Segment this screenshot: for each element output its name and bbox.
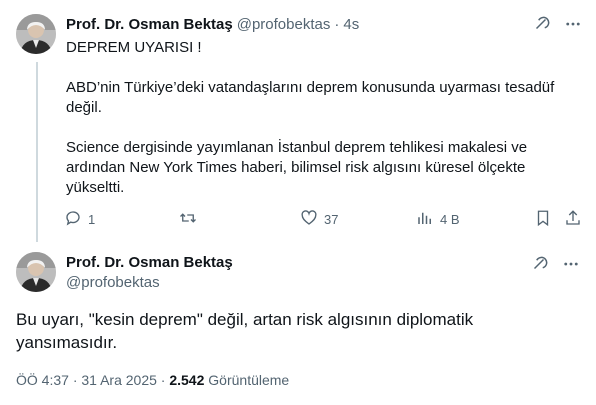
like-icon bbox=[300, 209, 318, 230]
views-icon bbox=[416, 209, 434, 230]
tweet2-text: Bu uyarı, "kesin deprem" değil, artan ri… bbox=[16, 310, 474, 352]
tweet-time[interactable]: ÖÖ 4:37 bbox=[16, 372, 69, 388]
tweet-time[interactable]: 4s bbox=[343, 16, 359, 33]
reply-icon bbox=[64, 209, 82, 230]
retweet-button[interactable] bbox=[178, 208, 204, 230]
reply-button[interactable]: 1 bbox=[64, 208, 95, 230]
grok-icon[interactable] bbox=[530, 255, 548, 273]
like-button[interactable]: 37 bbox=[300, 208, 338, 230]
author-avatar[interactable] bbox=[16, 14, 56, 54]
share-icon bbox=[564, 209, 582, 230]
thread-connector-line bbox=[36, 62, 38, 242]
tweet2-meta: ÖÖ 4:37 · 31 Ara 2025 · 2.542 Görüntülem… bbox=[16, 372, 289, 388]
more-icon[interactable] bbox=[564, 15, 582, 33]
tweet2-header-icons bbox=[530, 254, 580, 274]
retweet-icon bbox=[178, 209, 198, 230]
author-handle[interactable]: @profobektas bbox=[66, 274, 160, 291]
share-button[interactable] bbox=[564, 208, 582, 230]
like-count: 37 bbox=[324, 211, 339, 227]
avatar-image bbox=[16, 252, 56, 292]
author-name[interactable]: Prof. Dr. Osman Bektaş bbox=[66, 254, 233, 271]
tweet1-text: DEPREM UYARISI ! ABD’nin Türkiye’deki va… bbox=[66, 38, 580, 218]
tweet1-paragraph: ABD’nin Türkiye’deki vatandaşlarını depr… bbox=[66, 79, 559, 116]
views-count: 4 B bbox=[440, 211, 460, 227]
bookmark-button[interactable] bbox=[534, 208, 552, 230]
grok-icon[interactable] bbox=[532, 15, 550, 33]
views-label: Görüntüleme bbox=[208, 372, 290, 388]
tweet1-paragraph: Science dergisinde yayımlanan İstanbul d… bbox=[66, 139, 532, 196]
tweet1-header: Prof. Dr. Osman Bektaş @profobektas · 4s bbox=[66, 14, 582, 34]
views-count: 2.542 bbox=[169, 372, 205, 388]
views-button[interactable]: 4 B bbox=[416, 208, 460, 230]
reply-count: 1 bbox=[88, 211, 96, 227]
separator-dot: · bbox=[160, 372, 166, 388]
author-handle[interactable]: @profobektas bbox=[237, 16, 331, 33]
more-icon[interactable] bbox=[562, 255, 580, 273]
tweet1-action-bar: 1 37 4 B bbox=[62, 208, 586, 230]
avatar-image bbox=[16, 14, 56, 54]
author-avatar[interactable] bbox=[16, 252, 56, 292]
separator-dot: · bbox=[334, 15, 340, 33]
bookmark-icon bbox=[534, 209, 552, 230]
separator-dot: · bbox=[72, 372, 78, 388]
tweet1-paragraph: DEPREM UYARISI ! bbox=[66, 39, 202, 56]
tweet1-header-icons bbox=[532, 14, 582, 34]
tweet-date[interactable]: 31 Ara 2025 bbox=[81, 372, 157, 388]
author-name[interactable]: Prof. Dr. Osman Bektaş bbox=[66, 16, 233, 33]
